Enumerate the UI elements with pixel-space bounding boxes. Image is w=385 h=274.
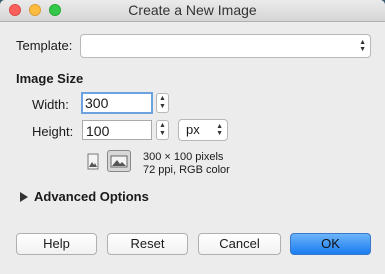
ok-button[interactable]: OK (290, 233, 371, 255)
disclosure-triangle-icon (20, 191, 28, 202)
title-bar: Create a New Image (0, 0, 385, 22)
resolution-info: 72 ppi, RGB color (143, 164, 230, 176)
landscape-orientation-icon[interactable] (107, 150, 131, 172)
width-field[interactable]: 300 (81, 92, 153, 114)
advanced-options-toggle[interactable]: Advanced Options (20, 189, 149, 204)
width-label: Width: (32, 97, 69, 112)
window-title: Create a New Image (128, 2, 257, 18)
chevron-up-down-icon: ▲ ▼ (359, 39, 366, 53)
height-label: Height: (32, 124, 74, 139)
reset-button[interactable]: Reset (107, 233, 188, 255)
height-field[interactable]: 100 (82, 120, 152, 140)
width-stepper[interactable]: ▲ ▼ (156, 93, 169, 113)
unit-value: px (186, 122, 200, 137)
height-stepper[interactable]: ▲ ▼ (156, 120, 169, 140)
template-combo[interactable]: ▲ ▼ (80, 34, 371, 58)
image-size-heading: Image Size (16, 71, 84, 86)
chevron-up-down-icon: ▲ ▼ (216, 123, 223, 137)
template-label: Template: (16, 38, 73, 53)
unit-select[interactable]: px ▲ ▼ (178, 119, 228, 141)
cancel-button[interactable]: Cancel (198, 233, 281, 255)
dialog-window: Create a New Image Template: ▲ ▼ Image Si… (0, 0, 385, 274)
help-button[interactable]: Help (16, 233, 97, 255)
advanced-options-label: Advanced Options (34, 189, 149, 204)
portrait-orientation-icon[interactable] (85, 152, 101, 171)
dimensions-info: 300 × 100 pixels (143, 151, 224, 163)
